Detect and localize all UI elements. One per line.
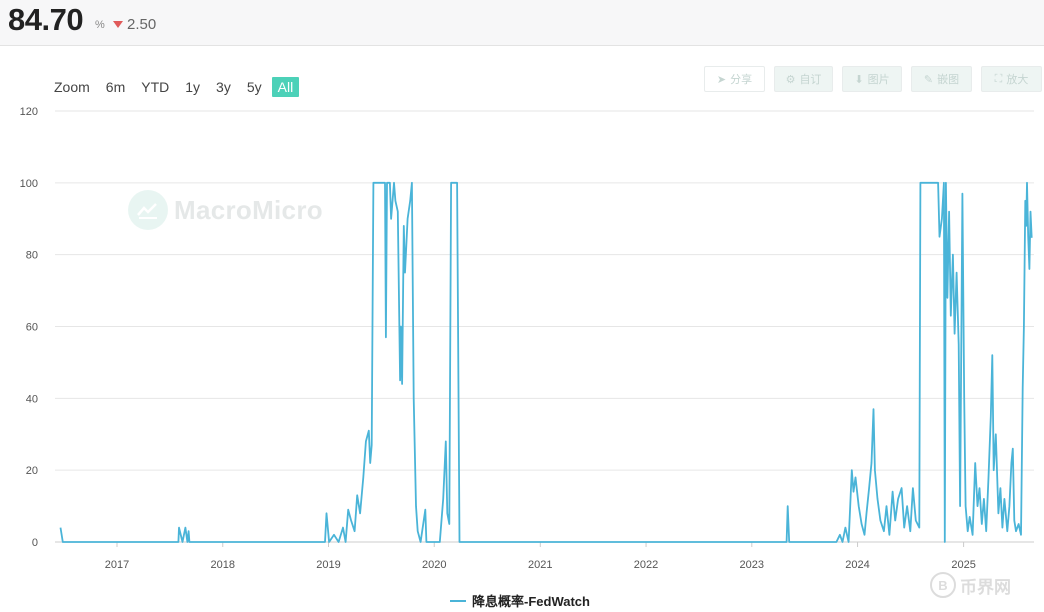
grid-lines [55,110,1034,543]
y-tick-label: 20 [26,465,38,477]
series-layer [59,181,1033,543]
x-tick-label: 2024 [845,559,869,571]
bitcoin-logo-icon: B [930,572,956,598]
x-tick-label: 2021 [528,559,552,571]
site-watermark: B 币界网 [930,572,1011,598]
legend-line-icon [450,599,466,602]
series-line[interactable] [59,181,1033,543]
x-tick-label: 2020 [422,559,446,571]
y-tick-label: 60 [26,322,38,334]
y-tick-label: 120 [20,106,38,118]
line-chart: 0 20 40 60 80 100 120 2017 2018 2019 2020 2021 2022 2… [20,106,1034,571]
x-tick-label: 2025 [951,559,975,571]
x-tick-label: 2022 [634,559,658,571]
x-tick-label: 2019 [316,559,340,571]
x-tick-label: 2018 [211,559,235,571]
chart-legend[interactable]: 降息概率-FedWatch [450,591,590,610]
y-tick-label: 40 [26,393,38,405]
y-tick-label: 80 [26,250,38,262]
legend-label: 降息概率-FedWatch [472,594,590,609]
site-watermark-text: 币界网 [960,577,1011,597]
x-tick-label: 2023 [740,559,764,571]
y-tick-label: 0 [32,537,38,549]
y-tick-label: 100 [20,178,38,190]
x-tick-label: 2017 [105,559,129,571]
axes: 0 20 40 60 80 100 120 2017 2018 2019 2020 2021 2022 2… [20,106,976,571]
